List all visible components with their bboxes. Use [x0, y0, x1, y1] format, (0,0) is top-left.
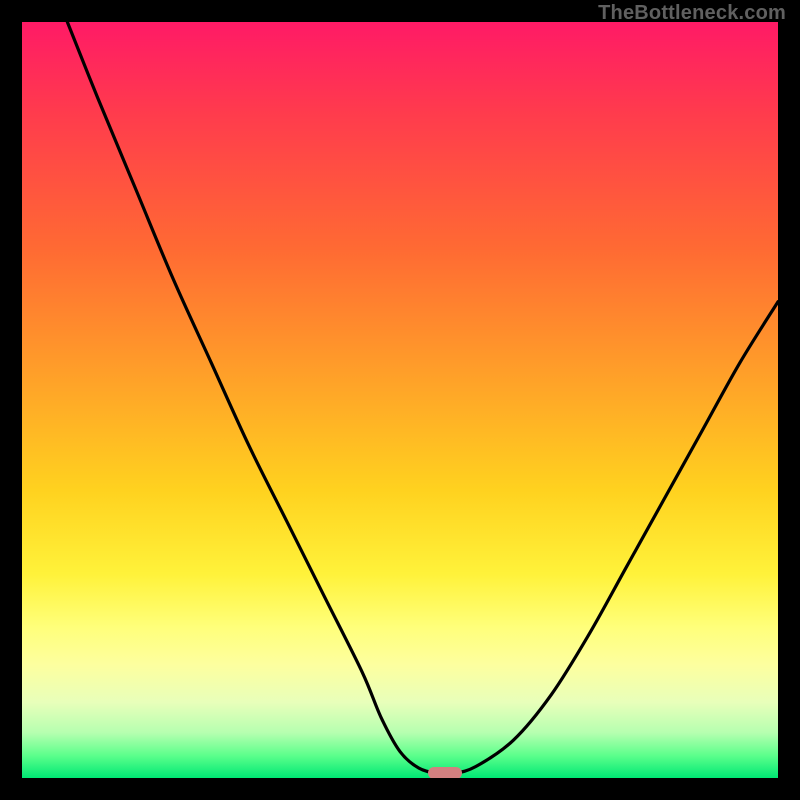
chart-container: TheBottleneck.com: [0, 0, 800, 800]
bottleneck-curve-path: [67, 22, 778, 774]
curve-svg: [22, 22, 778, 778]
optimum-marker: [428, 767, 462, 778]
watermark-text: TheBottleneck.com: [598, 2, 786, 25]
plot-area: [22, 22, 778, 778]
